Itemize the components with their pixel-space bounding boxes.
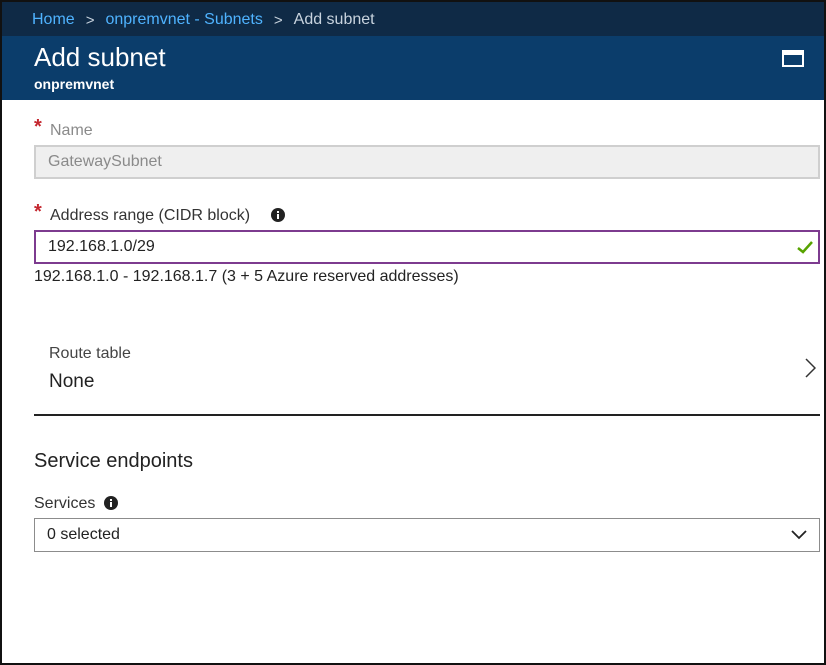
required-marker: *	[34, 116, 42, 138]
address-range-hint: 192.168.1.0 - 192.168.1.7 (3 + 5 Azure r…	[34, 268, 459, 285]
page-subtitle: onpremvnet	[34, 76, 115, 92]
page-title: Add subnet	[34, 42, 166, 72]
services-label: Services	[34, 495, 96, 512]
blade-header: Add subnet onpremvnet	[2, 36, 824, 100]
route-table-value: None	[49, 371, 95, 392]
valid-check-icon	[797, 241, 813, 254]
add-subnet-blade: Home > onpremvnet - Subnets > Add subnet…	[0, 0, 826, 665]
maximize-icon[interactable]	[782, 50, 804, 67]
breadcrumb-separator: >	[273, 11, 283, 29]
required-marker: *	[34, 201, 42, 223]
address-range-input[interactable]: 192.168.1.0/29	[34, 230, 820, 264]
info-icon[interactable]	[104, 496, 118, 510]
name-label: Name	[50, 122, 93, 139]
breadcrumb-subnets-link[interactable]: onpremvnet - Subnets	[105, 11, 262, 29]
breadcrumb: Home > onpremvnet - Subnets > Add subnet	[2, 2, 824, 38]
breadcrumb-current: Add subnet	[293, 11, 375, 28]
services-selected-value: 0 selected	[47, 526, 120, 543]
service-endpoints-heading: Service endpoints	[34, 450, 193, 472]
services-dropdown[interactable]: 0 selected	[34, 518, 820, 552]
address-range-label: Address range (CIDR block)	[50, 207, 251, 224]
route-table-selector[interactable]: Route table None	[34, 332, 820, 416]
chevron-right-icon	[805, 358, 816, 378]
address-range-value: 192.168.1.0/29	[48, 238, 155, 255]
breadcrumb-separator: >	[85, 11, 95, 29]
route-table-label: Route table	[49, 345, 131, 362]
info-icon[interactable]	[271, 208, 285, 222]
chevron-down-icon	[791, 530, 807, 540]
name-field-value: GatewaySubnet	[48, 153, 162, 170]
breadcrumb-home-link[interactable]: Home	[32, 11, 75, 29]
name-field[interactable]: GatewaySubnet	[34, 145, 820, 179]
